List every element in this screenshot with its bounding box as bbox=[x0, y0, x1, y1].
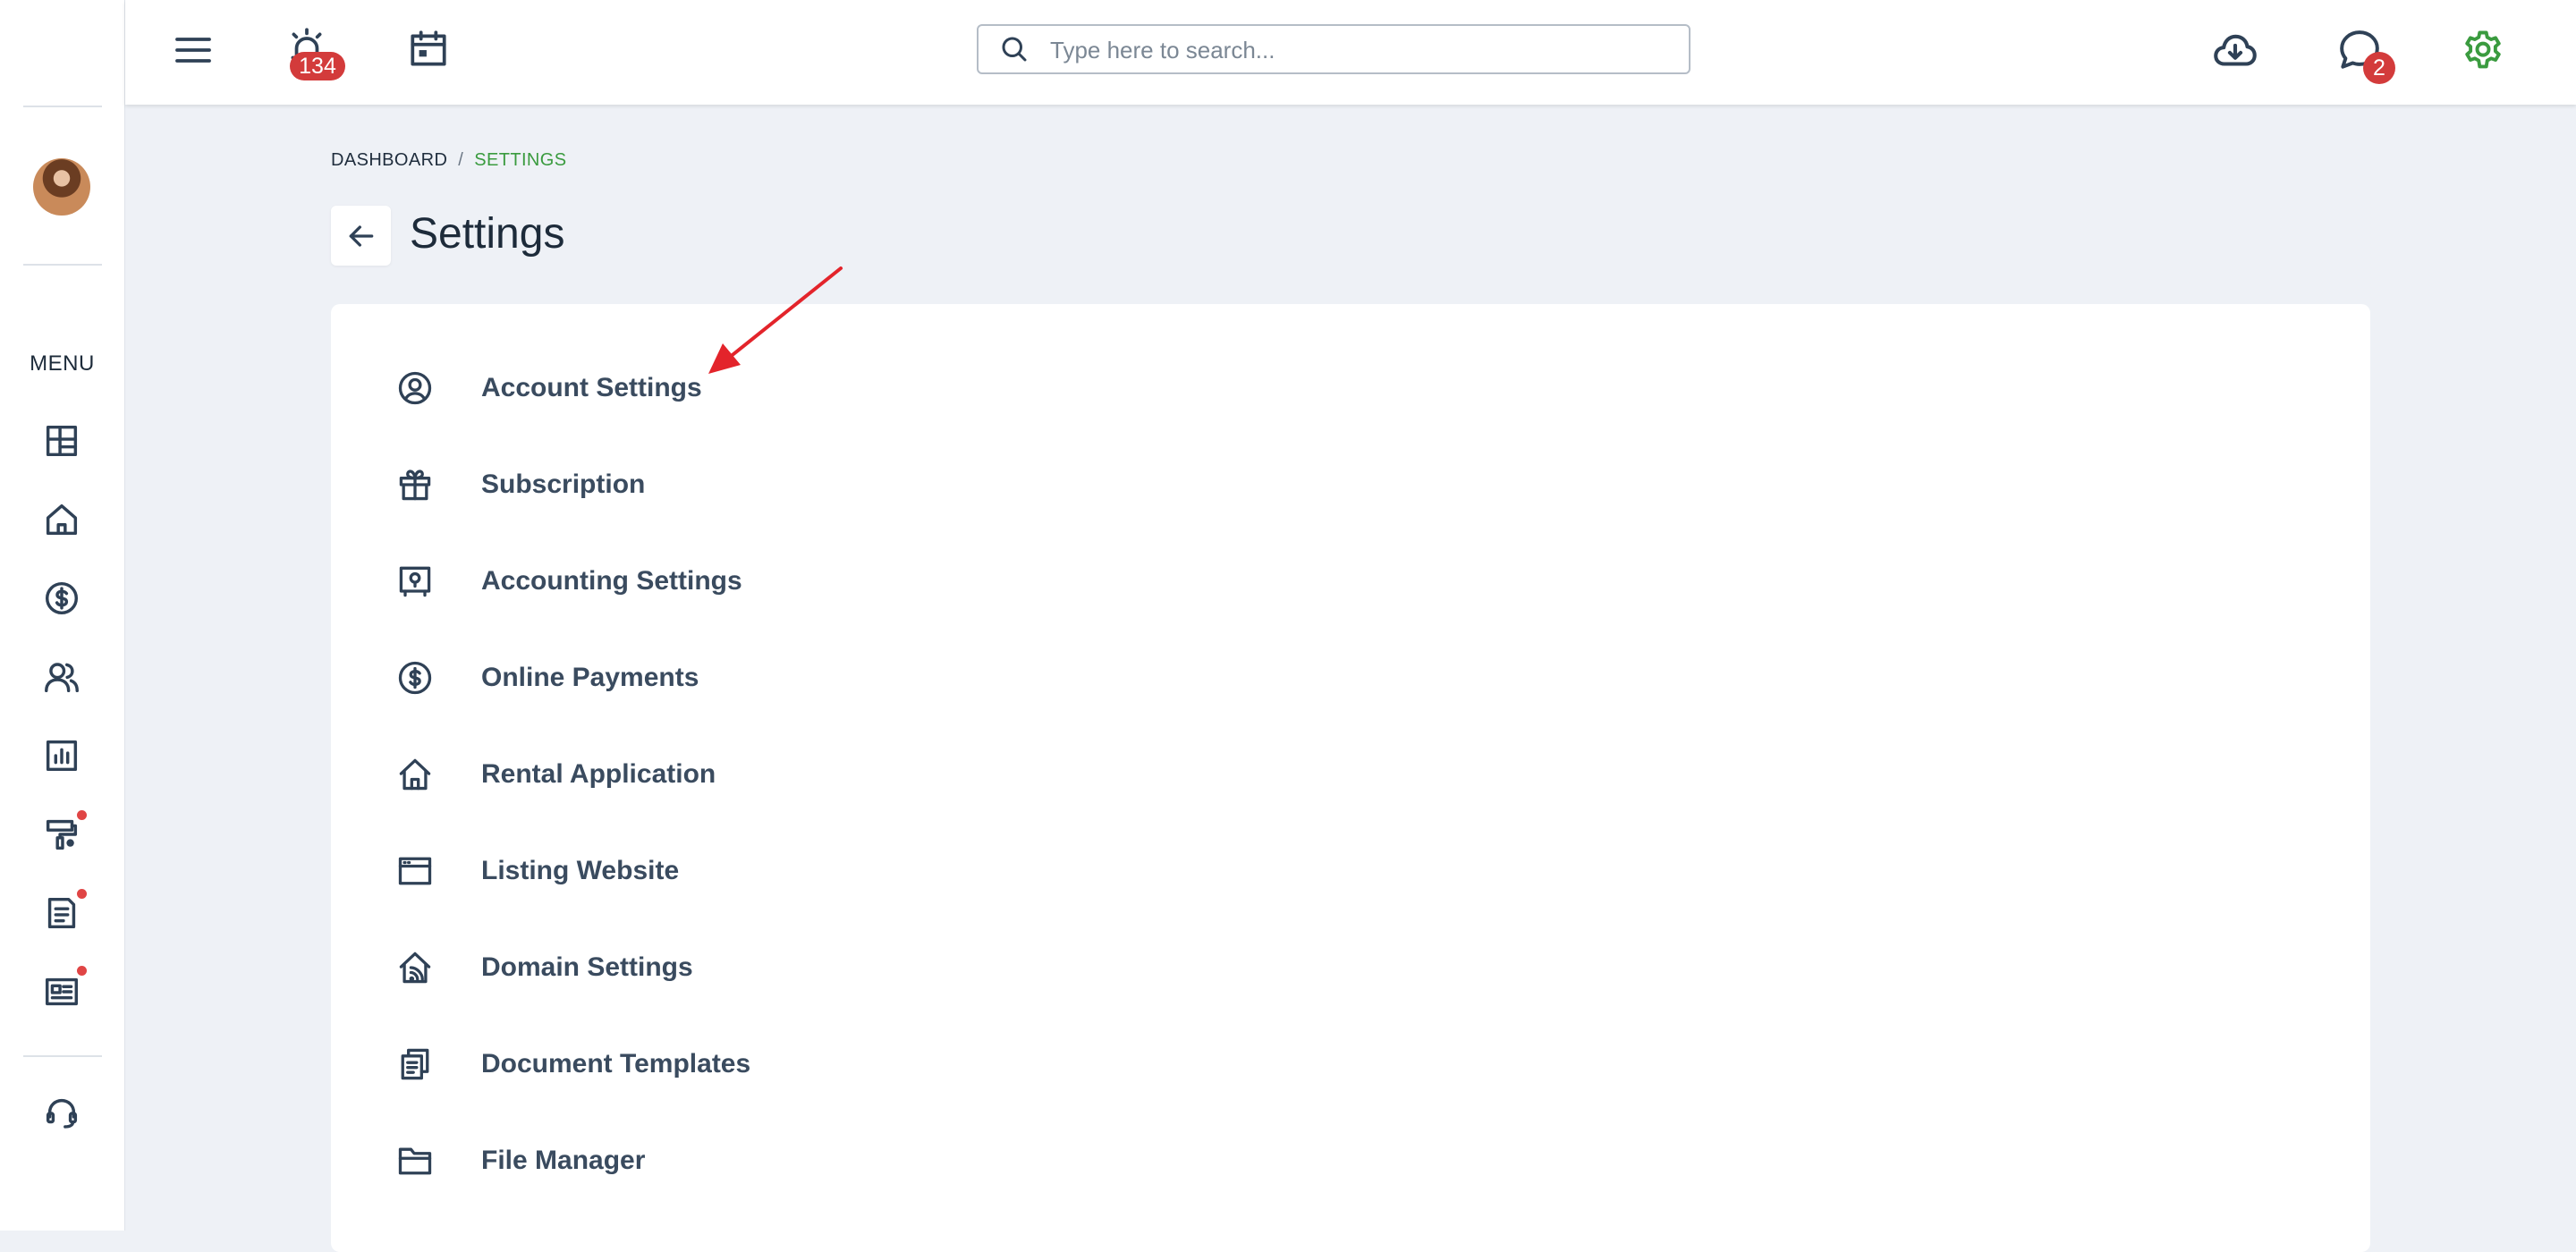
settings-item-label: Document Templates bbox=[481, 1049, 751, 1079]
settings-item-rental-application[interactable]: Rental Application bbox=[331, 739, 957, 810]
settings-item-label: Listing Website bbox=[481, 856, 680, 885]
user-circle-icon bbox=[395, 368, 435, 408]
top-bar: 134 2 bbox=[125, 0, 2576, 105]
maintenance-icon bbox=[46, 819, 78, 850]
settings-button[interactable] bbox=[2460, 27, 2506, 73]
house-icon bbox=[395, 755, 435, 794]
settings-item-label: Subscription bbox=[481, 470, 646, 499]
sidebar-item-properties[interactable] bbox=[41, 499, 82, 540]
breadcrumb-separator: / bbox=[458, 150, 464, 170]
menu-label: MENU bbox=[30, 351, 95, 376]
settings-item-account[interactable]: Account Settings bbox=[331, 352, 957, 424]
sidebar-item-support[interactable] bbox=[41, 1093, 82, 1134]
alarm-badge: 134 bbox=[290, 52, 345, 80]
avatar[interactable] bbox=[33, 158, 90, 216]
sidebar-item-dashboard[interactable] bbox=[41, 420, 82, 461]
settings-item-online-payments[interactable]: Online Payments bbox=[331, 642, 957, 714]
messages-badge: 2 bbox=[2363, 52, 2395, 84]
hamburger-menu-button[interactable] bbox=[172, 29, 215, 72]
notification-dot bbox=[77, 810, 87, 820]
sidebar-item-payments[interactable] bbox=[41, 578, 82, 619]
search-input[interactable] bbox=[1048, 31, 1669, 69]
gift-icon bbox=[395, 465, 435, 504]
settings-item-label: Online Payments bbox=[481, 663, 699, 692]
home-icon bbox=[46, 503, 78, 536]
dashboard-icon bbox=[46, 425, 78, 457]
notification-dot bbox=[77, 889, 87, 899]
calendar-button[interactable] bbox=[406, 27, 451, 72]
hamburger-icon bbox=[175, 38, 211, 63]
settings-item-label: Rental Application bbox=[481, 759, 716, 789]
settings-item-accounting[interactable]: Accounting Settings bbox=[331, 546, 957, 617]
arrow-left-icon bbox=[349, 225, 374, 247]
sidebar-divider bbox=[23, 264, 102, 266]
settings-item-listing-website[interactable]: Listing Website bbox=[331, 835, 957, 907]
download-button[interactable] bbox=[2209, 25, 2261, 77]
dollar-icon bbox=[45, 581, 79, 615]
breadcrumb-current: SETTINGS bbox=[474, 150, 567, 170]
headset-icon bbox=[46, 1098, 78, 1129]
listing-icon bbox=[45, 977, 79, 1006]
sidebar-item-leases[interactable] bbox=[41, 892, 82, 934]
house-signal-icon bbox=[395, 948, 435, 987]
settings-item-domain[interactable]: Domain Settings bbox=[331, 932, 957, 1003]
settings-item-label: Accounting Settings bbox=[481, 566, 742, 596]
page-title: Settings bbox=[410, 210, 565, 258]
cloud-download-icon bbox=[2214, 34, 2257, 66]
breadcrumb: DASHBOARD / SETTINGS bbox=[331, 150, 566, 171]
settings-item-label: Account Settings bbox=[481, 373, 702, 402]
sidebar-item-maintenance[interactable] bbox=[41, 814, 82, 855]
documents-icon bbox=[395, 1045, 435, 1084]
back-button[interactable] bbox=[331, 206, 391, 266]
sidebar-divider bbox=[23, 106, 102, 107]
users-icon bbox=[45, 663, 79, 693]
calendar-icon bbox=[411, 30, 446, 66]
document-icon bbox=[47, 897, 76, 929]
reports-icon bbox=[46, 740, 78, 772]
settings-item-document-templates[interactable]: Document Templates bbox=[331, 1028, 957, 1100]
safe-icon bbox=[395, 562, 435, 601]
settings-item-label: Domain Settings bbox=[481, 952, 693, 982]
sidebar: MENU bbox=[0, 0, 125, 1231]
search-box[interactable] bbox=[977, 24, 1690, 74]
settings-item-subscription[interactable]: Subscription bbox=[331, 449, 957, 520]
gear-icon bbox=[2465, 30, 2501, 69]
breadcrumb-dashboard-link[interactable]: DASHBOARD bbox=[331, 150, 447, 170]
sidebar-item-people[interactable] bbox=[41, 656, 82, 698]
annotation-arrow bbox=[708, 266, 843, 374]
settings-item-file-manager[interactable]: File Manager bbox=[331, 1125, 957, 1197]
notification-dot bbox=[77, 966, 87, 976]
search-icon bbox=[1002, 37, 1027, 62]
settings-item-label: File Manager bbox=[481, 1146, 646, 1175]
dollar-circle-icon bbox=[395, 658, 435, 698]
sidebar-divider bbox=[23, 1055, 102, 1057]
sidebar-item-reports[interactable] bbox=[41, 735, 82, 776]
settings-card: Account Settings Subscription Accounting… bbox=[331, 304, 2370, 1252]
browser-window-icon bbox=[395, 851, 435, 891]
sidebar-item-listings[interactable] bbox=[41, 971, 82, 1012]
folder-icon bbox=[395, 1141, 435, 1180]
